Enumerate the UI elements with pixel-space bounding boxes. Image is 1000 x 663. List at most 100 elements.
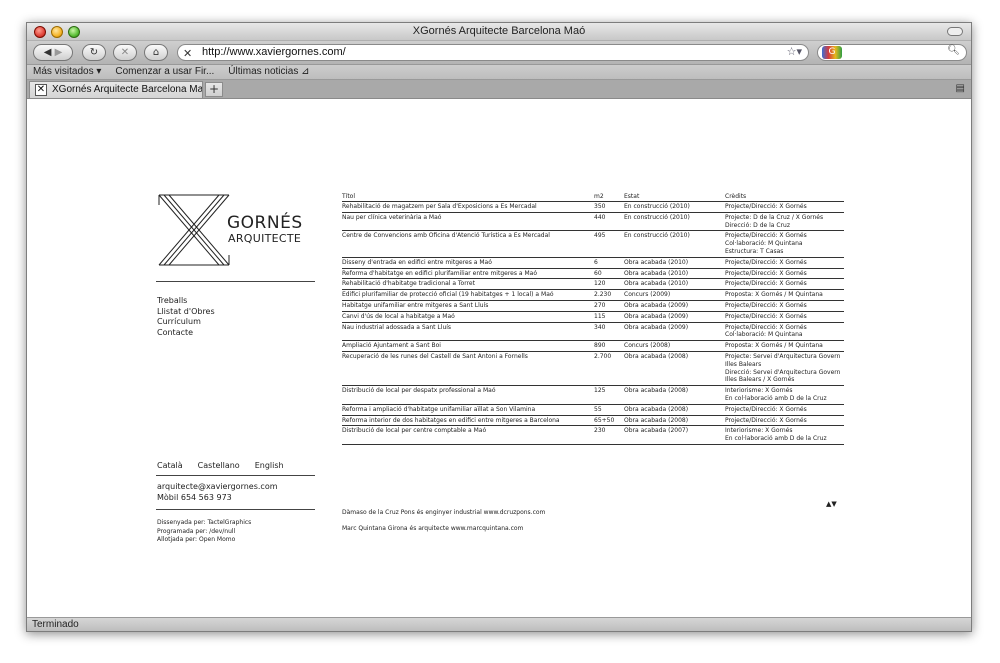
- table-row[interactable]: Distribució de local per despatx profess…: [342, 385, 844, 405]
- work-area-cell: 125: [594, 385, 624, 405]
- work-title-cell: Ampliació Ajuntament a Sant Boi: [342, 340, 594, 352]
- menu-item-curriculum[interactable]: Currículum: [157, 317, 215, 328]
- work-status-cell: Obra acabada (2009): [624, 322, 725, 342]
- work-credits-cell: Projecte/Direcció: X Gornés: [725, 278, 844, 291]
- column-header-title[interactable]: Títol: [342, 192, 594, 202]
- work-credits-cell: Interiorisme: X Gornés En col·laboració …: [725, 425, 844, 445]
- bookmark-star-icon[interactable]: ☆▾: [787, 45, 802, 60]
- url-bar[interactable]: ✕ http://www.xaviergornes.com/ ☆▾: [177, 44, 809, 61]
- reload-button[interactable]: ↻: [82, 44, 106, 61]
- table-row[interactable]: Nau per clínica veterinària a Maó 440 En c…: [342, 212, 844, 232]
- table-row[interactable]: Nau industrial adossada a Sant Lluís 340 O…: [342, 322, 844, 342]
- table-row[interactable]: Recuperació de les runes del Castell de …: [342, 351, 844, 387]
- work-status-cell: Obra acabada (2008): [624, 351, 725, 387]
- menu-item-llistat[interactable]: Llistat d'Obres: [157, 307, 215, 318]
- work-title-cell: Centre de Convencions amb Oficina d'Aten…: [342, 230, 594, 258]
- work-credits-cell: Projecte/Direcció: X Gornés: [725, 257, 844, 269]
- menu-item-treballs[interactable]: Treballs: [157, 296, 215, 307]
- logo-subtitle: ARQUITECTE: [228, 232, 302, 245]
- stop-icon: ✕: [120, 47, 130, 58]
- table-row[interactable]: Edifici plurifamiliar de protecció ofici…: [342, 289, 844, 301]
- browser-tab[interactable]: ✕ XGornés Arquitecte Barcelona Ma...: [29, 81, 203, 98]
- language-castellano[interactable]: Castellano: [198, 461, 240, 470]
- table-row[interactable]: Reforma d'habitatge en edifici plurifami…: [342, 268, 844, 280]
- divider: [156, 509, 315, 510]
- work-title-cell: Reforma d'habitatge en edifici plurifami…: [342, 268, 594, 280]
- language-catala[interactable]: Català: [157, 461, 183, 470]
- home-button[interactable]: ⌂: [144, 44, 168, 61]
- bookmark-item[interactable]: Últimas noticias ⊿: [228, 65, 309, 79]
- column-header-credits[interactable]: Crèdits: [725, 192, 844, 202]
- search-icon[interactable]: 🔍︎: [947, 45, 960, 56]
- work-area-cell: 350: [594, 201, 624, 213]
- table-row[interactable]: Canvi d'ús de local a habitatge a Maó 115…: [342, 311, 844, 323]
- tab-list-icon[interactable]: ▤: [956, 83, 965, 94]
- table-row[interactable]: Rehabilitació de magatzem per Sala d'Exp…: [342, 201, 844, 213]
- phone-number: Mòbil 654 563 973: [157, 492, 232, 502]
- work-credits-cell: Proposta: X Gornés / M Quintana: [725, 289, 844, 301]
- credit-line: Programada per: /dev/null: [157, 527, 236, 535]
- work-area-cell: 65+50: [594, 415, 624, 427]
- table-row[interactable]: Centre de Convencions amb Oficina d'Aten…: [342, 230, 844, 258]
- table-row[interactable]: Distribució de local per centre comptabl…: [342, 425, 844, 445]
- work-title-cell: Disseny d'entrada en edifici entre mitge…: [342, 257, 594, 269]
- work-credits-cell: Proposta: X Gornés / M Quintana: [725, 340, 844, 352]
- sort-arrows-icon[interactable]: ▲▼: [826, 500, 837, 508]
- work-status-cell: En construcció (2010): [624, 212, 725, 232]
- work-status-cell: Obra acabada (2008): [624, 385, 725, 405]
- table-header-row: Títol m2 Estat Crèdits: [342, 192, 844, 202]
- status-bar: Terminado: [27, 617, 971, 631]
- table-row[interactable]: Reforma interior de dos habitatges en ed…: [342, 415, 844, 427]
- work-status-cell: Obra acabada (2008): [624, 404, 725, 416]
- toolbar-toggle-button[interactable]: [947, 27, 963, 36]
- work-credits-cell: Projecte: Servei d'Arquitectura Govern I…: [725, 351, 844, 387]
- divider: [156, 475, 315, 476]
- work-area-cell: 440: [594, 212, 624, 232]
- divider: [156, 281, 315, 282]
- work-credits-cell: Projecte/Direcció: X Gornés Col·laboraci…: [725, 230, 844, 258]
- table-row[interactable]: Reforma i ampliació d'habitatge unifamil…: [342, 404, 844, 416]
- forward-arrow-icon: ▶: [54, 47, 63, 58]
- work-title-cell: Canvi d'ús de local a habitatge a Maó: [342, 311, 594, 323]
- search-bar[interactable]: G 🔍︎: [817, 44, 967, 61]
- work-title-cell: Reforma interior de dos habitatges en ed…: [342, 415, 594, 427]
- bookmark-item[interactable]: Más visitados ▾: [33, 65, 101, 79]
- page-content: GORNÉS ARQUITECTE Treballs Llistat d'Obr…: [27, 99, 971, 619]
- work-title-cell: Distribució de local per centre comptabl…: [342, 425, 594, 445]
- collaborator-note: Dàmaso de la Cruz Pons és enginyer indus…: [342, 509, 546, 516]
- work-title-cell: Distribució de local per despatx profess…: [342, 385, 594, 405]
- table-row[interactable]: Habitatge unifamiliar entre mitgeres a S…: [342, 300, 844, 312]
- credit-line: Allotjada per: Open Momo: [157, 536, 236, 543]
- new-tab-button[interactable]: +: [205, 82, 223, 97]
- work-status-cell: Concurs (2009): [624, 289, 725, 301]
- bookmark-item[interactable]: Comenzar a usar Fir...: [115, 65, 214, 79]
- work-title-cell: Nau per clínica veterinària a Maó: [342, 212, 594, 232]
- tab-bar: ✕ XGornés Arquitecte Barcelona Ma... + ▤: [27, 80, 971, 99]
- table-row[interactable]: Ampliació Ajuntament a Sant Boi 890 Concur…: [342, 340, 844, 352]
- email-link[interactable]: arquitecte@xaviergornes.com: [157, 482, 278, 493]
- table-row[interactable]: Rehabilitació d'habitatge tradicional a …: [342, 278, 844, 291]
- site-menu: Treballs Llistat d'Obres Currículum Cont…: [157, 296, 215, 338]
- work-credits-cell: Projecte/Direcció: X Gornés: [725, 404, 844, 416]
- collaborator-note: Marc Quintana Girona és arquitecte www.m…: [342, 525, 524, 532]
- work-area-cell: 340: [594, 322, 624, 342]
- language-english[interactable]: English: [255, 461, 284, 470]
- column-header-status[interactable]: Estat: [624, 192, 725, 202]
- work-status-cell: Obra acabada (2010): [624, 278, 725, 291]
- site-credits: Dissenyada per: TactelGraphics Programad…: [157, 519, 251, 545]
- work-status-cell: Obra acabada (2008): [624, 415, 725, 427]
- tab-favicon-icon: ✕: [35, 84, 47, 96]
- back-forward-button[interactable]: ◀ ▶: [33, 44, 73, 61]
- stop-button[interactable]: ✕: [113, 44, 137, 61]
- table-row[interactable]: Disseny d'entrada en edifici entre mitge…: [342, 257, 844, 269]
- work-area-cell: 6: [594, 257, 624, 269]
- works-table: Títol m2 Estat Crèdits Rehabilitació de …: [342, 192, 844, 445]
- search-engine-icon[interactable]: G: [822, 46, 842, 59]
- work-area-cell: 115: [594, 311, 624, 323]
- column-header-m2[interactable]: m2: [594, 192, 624, 202]
- work-credits-cell: Projecte/Direcció: X Gornés: [725, 268, 844, 280]
- work-credits-cell: Projecte/Direcció: X Gornés Col·laboraci…: [725, 322, 844, 342]
- work-status-cell: Obra acabada (2007): [624, 425, 725, 445]
- work-status-cell: Concurs (2008): [624, 340, 725, 352]
- menu-item-contacte[interactable]: Contacte: [157, 328, 215, 339]
